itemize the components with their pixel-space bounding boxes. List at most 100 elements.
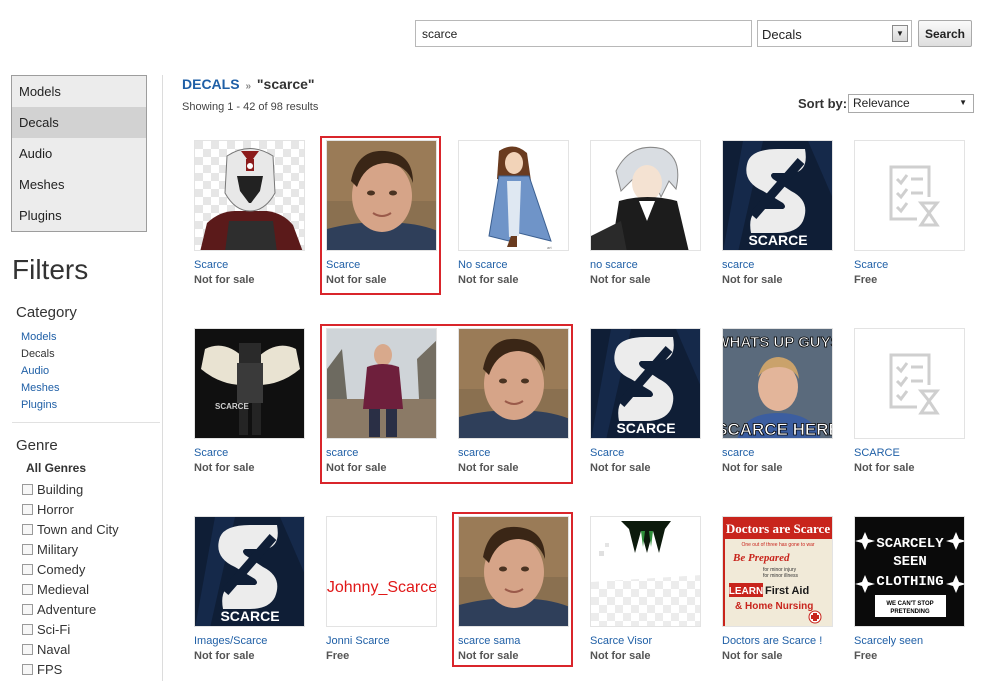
genre-label: Adventure bbox=[37, 601, 97, 617]
doctors-poster-image[interactable]: Doctors are Scarce One out of three has … bbox=[722, 516, 833, 627]
item-price: Not for sale bbox=[854, 462, 915, 474]
item-card[interactable]: SCARCE Images/Scarce Not for sale bbox=[194, 516, 306, 663]
genre-filter-list: Building Horror Town and City Military C… bbox=[22, 479, 119, 679]
item-name[interactable]: Scarce bbox=[590, 445, 702, 461]
pending-image-placeholder[interactable] bbox=[854, 328, 965, 439]
anime-boy-image[interactable] bbox=[590, 140, 701, 251]
visor-image[interactable] bbox=[590, 516, 701, 627]
pending-image-placeholder[interactable] bbox=[854, 140, 965, 251]
scarce-logo-image[interactable]: SCARCE bbox=[194, 516, 305, 627]
item-name[interactable]: SCARCE bbox=[854, 445, 966, 461]
menu-item-models[interactable]: Models bbox=[12, 76, 146, 107]
genre-option[interactable]: FPS bbox=[22, 659, 119, 679]
menu-item-plugins[interactable]: Plugins bbox=[12, 200, 146, 231]
item-name[interactable]: Scarce bbox=[194, 445, 306, 461]
category-filter-audio[interactable]: Audio bbox=[21, 363, 60, 380]
dropdown-arrow-icon[interactable]: ▼ bbox=[892, 25, 908, 42]
item-card[interactable]: SCARCELY SEEN CLOTHING WE CAN'T STOP PRE… bbox=[854, 516, 966, 663]
highlight-box bbox=[320, 324, 573, 484]
search-input[interactable] bbox=[415, 20, 752, 47]
sidebar-divider bbox=[162, 75, 163, 681]
meme-photo-image[interactable]: WHATS UP GUYS SCARCE HERE bbox=[722, 328, 833, 439]
genre-option[interactable]: Town and City bbox=[22, 519, 119, 539]
menu-item-decals[interactable]: Decals bbox=[12, 107, 146, 138]
genre-all-genres[interactable]: All Genres bbox=[26, 461, 86, 475]
logo-text: SCARCE bbox=[616, 420, 675, 436]
item-name[interactable]: Images/Scarce bbox=[194, 633, 306, 649]
item-card[interactable]: Doctors are Scarce One out of three has … bbox=[722, 516, 834, 663]
genre-checkbox[interactable] bbox=[22, 504, 33, 515]
clothing-line4: WE CAN'T STOP bbox=[886, 601, 933, 607]
genre-checkbox[interactable] bbox=[22, 564, 33, 575]
genre-option[interactable]: Sci-Fi bbox=[22, 619, 119, 639]
item-card[interactable]: SCARCE scarce Not for sale bbox=[722, 140, 834, 287]
breadcrumb-decals-link[interactable]: DECALS bbox=[182, 76, 240, 92]
genre-checkbox[interactable] bbox=[22, 484, 33, 495]
genre-option[interactable]: Horror bbox=[22, 499, 119, 519]
dropdown-arrow-icon: ▼ bbox=[959, 98, 967, 107]
johnny-scarce-text-image[interactable]: Johnny_Scarce bbox=[326, 516, 437, 627]
item-name[interactable]: Scarce bbox=[194, 257, 306, 273]
category-filter-title: Category bbox=[16, 304, 77, 321]
category-filter-models[interactable]: Models bbox=[21, 329, 60, 346]
genre-checkbox[interactable] bbox=[22, 664, 33, 675]
item-card[interactable]: SCARCE Not for sale bbox=[854, 328, 966, 475]
item-card[interactable]: Scarce Not for sale bbox=[194, 140, 306, 287]
item-card[interactable]: SCARCE Scarce Not for sale bbox=[194, 328, 306, 475]
genre-option[interactable]: Naval bbox=[22, 639, 119, 659]
breadcrumb-query: "scarce" bbox=[256, 76, 315, 92]
scarcely-seen-clothing-image[interactable]: SCARCELY SEEN CLOTHING WE CAN'T STOP PRE… bbox=[854, 516, 965, 627]
scarce-logo-image[interactable]: SCARCE bbox=[590, 328, 701, 439]
item-card[interactable]: no scarce Not for sale bbox=[590, 140, 702, 287]
item-card[interactable]: SCARCE Scarce Not for sale bbox=[590, 328, 702, 475]
menu-item-audio[interactable]: Audio bbox=[12, 138, 146, 169]
category-filter-decals[interactable]: Decals bbox=[21, 346, 60, 363]
genre-checkbox[interactable] bbox=[22, 524, 33, 535]
genre-option[interactable]: Comedy bbox=[22, 559, 119, 579]
genre-option[interactable]: Military bbox=[22, 539, 119, 559]
genre-option[interactable]: Adventure bbox=[22, 599, 119, 619]
item-name[interactable]: scarce bbox=[722, 257, 834, 273]
genre-label: FPS bbox=[37, 661, 63, 677]
meme-bottom-text: SCARCE HERE bbox=[723, 420, 833, 439]
genre-checkbox[interactable] bbox=[22, 544, 33, 555]
item-card[interactable]: WHATS UP GUYS SCARCE HERE scarce Not for… bbox=[722, 328, 834, 475]
poster-prepared: Be Prepared bbox=[732, 552, 790, 564]
item-name[interactable]: Scarce bbox=[854, 257, 966, 273]
genre-checkbox[interactable] bbox=[22, 604, 33, 615]
clone-trooper-image[interactable] bbox=[194, 140, 305, 251]
category-filter-meshes[interactable]: Meshes bbox=[21, 380, 60, 397]
genre-option[interactable]: Building bbox=[22, 479, 119, 499]
genre-label: Horror bbox=[37, 501, 74, 517]
item-name[interactable]: No scarce bbox=[458, 257, 570, 273]
sort-select[interactable]: Relevance ▼ bbox=[848, 94, 974, 113]
genre-checkbox[interactable] bbox=[22, 624, 33, 635]
item-name[interactable]: Scarcely seen bbox=[854, 633, 966, 649]
sort-selected: Relevance bbox=[853, 96, 910, 110]
category-filter-plugins[interactable]: Plugins bbox=[21, 397, 60, 414]
winged-figure-image[interactable]: SCARCE bbox=[194, 328, 305, 439]
breadcrumb: DECALS » "scarce" bbox=[182, 76, 315, 92]
anime-girl-image[interactable]: art bbox=[458, 140, 569, 251]
logo-text: SCARCE bbox=[215, 402, 249, 411]
item-card[interactable]: Scarce Free bbox=[854, 140, 966, 287]
item-card[interactable]: art No scarce Not for sale bbox=[458, 140, 570, 287]
item-price: Not for sale bbox=[194, 650, 255, 662]
menu-item-meshes[interactable]: Meshes bbox=[12, 169, 146, 200]
item-name[interactable]: Scarce Visor bbox=[590, 633, 702, 649]
genre-label: Naval bbox=[37, 641, 71, 657]
item-name[interactable]: scarce bbox=[722, 445, 834, 461]
item-name[interactable]: Doctors are Scarce ! bbox=[722, 633, 834, 649]
genre-option[interactable]: Medieval bbox=[22, 579, 119, 599]
search-button[interactable]: Search bbox=[918, 20, 972, 47]
genre-checkbox[interactable] bbox=[22, 644, 33, 655]
asset-type-select[interactable]: Decals ▼ bbox=[757, 20, 912, 47]
scarce-logo-image[interactable]: SCARCE bbox=[722, 140, 833, 251]
poster-home-nursing: & Home Nursing bbox=[735, 601, 813, 612]
item-card[interactable]: Scarce Visor Not for sale bbox=[590, 516, 702, 663]
item-card[interactable]: Johnny_Scarce Jonni Scarce Free bbox=[326, 516, 438, 663]
item-name[interactable]: Jonni Scarce bbox=[326, 633, 438, 649]
genre-checkbox[interactable] bbox=[22, 584, 33, 595]
result-count: Showing 1 - 42 of 98 results bbox=[182, 101, 319, 113]
item-name[interactable]: no scarce bbox=[590, 257, 702, 273]
